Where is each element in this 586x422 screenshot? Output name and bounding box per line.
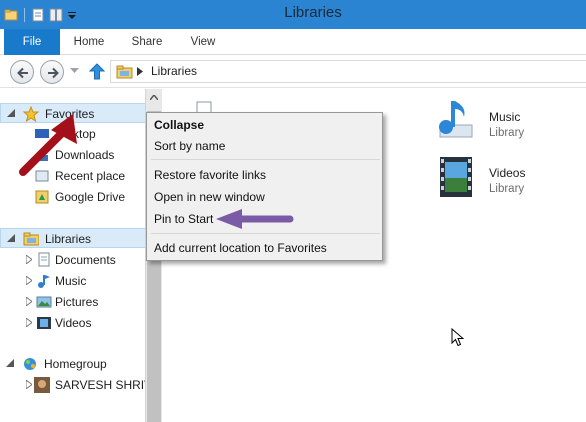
scroll-up-arrow-icon[interactable] (150, 95, 158, 100)
menu-separator (151, 159, 380, 160)
library-item-music-name: Music (489, 110, 521, 124)
back-arrow-icon (17, 67, 28, 79)
collapsed-arrow-icon[interactable] (26, 276, 32, 285)
forward-arrow-icon (48, 67, 59, 79)
menu-separator (151, 233, 380, 234)
menu-item-pin-to-start[interactable]: Pin to Start (154, 212, 213, 226)
context-menu: Collapse Sort by name Restore favorite l… (146, 112, 383, 261)
user-avatar-icon (34, 377, 50, 393)
expanded-arrow-icon[interactable] (7, 234, 16, 243)
up-arrow-icon[interactable] (89, 63, 105, 80)
title-bar: Libraries (0, 0, 586, 29)
recent-locations-dropdown-icon[interactable] (70, 68, 79, 74)
tab-share[interactable]: Share (124, 29, 170, 55)
tree-libraries-label: Libraries (45, 232, 92, 246)
pictures-icon (36, 296, 52, 308)
red-annotation-arrow-icon (19, 114, 77, 176)
breadcrumb-libraries[interactable]: Libraries (151, 64, 197, 78)
tree-homegroup-label: Homegroup (44, 357, 107, 371)
tree-item-google-drive[interactable]: Google Drive (0, 187, 146, 207)
tree-item-music-label: Music (55, 274, 87, 288)
tree-item-user[interactable]: SARVESH SHRIVA (0, 375, 146, 395)
libraries-folder-icon (116, 65, 133, 79)
address-bar[interactable]: Libraries (110, 60, 586, 83)
navigation-bar: Libraries (0, 56, 586, 88)
homegroup-icon (24, 358, 36, 370)
tree-item-music[interactable]: Music (0, 271, 146, 291)
purple-annotation-arrow-icon (216, 209, 294, 229)
expanded-arrow-icon[interactable] (6, 359, 15, 368)
back-button[interactable] (10, 60, 34, 84)
tab-file[interactable]: File (4, 29, 60, 55)
videos-library-icon (440, 157, 472, 197)
collapsed-arrow-icon[interactable] (26, 380, 32, 389)
libraries-icon (23, 232, 39, 246)
tree-homegroup[interactable]: Homegroup (0, 354, 146, 374)
menu-item-add-to-favorites[interactable]: Add current location to Favorites (154, 241, 327, 255)
library-item-videos-name: Videos (489, 166, 526, 180)
forward-button[interactable] (40, 60, 64, 84)
music-library-icon (439, 101, 473, 138)
documents-icon (38, 252, 50, 267)
ribbon-tabs: File Home Share View (0, 29, 586, 55)
videos-icon (37, 317, 51, 329)
tree-item-videos-label: Videos (55, 316, 92, 330)
collapsed-arrow-icon[interactable] (26, 255, 32, 264)
tree-item-pictures[interactable]: Pictures (0, 292, 146, 312)
google-drive-icon (35, 190, 49, 204)
tree-libraries[interactable]: Libraries (0, 228, 146, 248)
tree-item-user-label: SARVESH SHRIVA (55, 378, 146, 392)
library-item-music-kind: Library (489, 127, 525, 139)
window-title: Libraries (284, 4, 342, 21)
mouse-cursor-icon (451, 328, 464, 347)
menu-item-restore-favorite-links[interactable]: Restore favorite links (154, 168, 266, 182)
breadcrumb-chevron-icon[interactable] (137, 67, 143, 76)
music-icon (38, 275, 50, 288)
tree-item-pictures-label: Pictures (55, 295, 99, 309)
collapsed-arrow-icon[interactable] (26, 297, 32, 306)
tree-item-documents-label: Documents (55, 253, 116, 267)
tab-home[interactable]: Home (66, 29, 112, 55)
tree-item-google-drive-label: Google Drive (55, 190, 126, 204)
menu-item-collapse[interactable]: Collapse (154, 118, 204, 132)
menu-item-open-in-new-window[interactable]: Open in new window (154, 190, 265, 204)
menu-item-sort-by-name[interactable]: Sort by name (154, 139, 225, 153)
tree-item-videos[interactable]: Videos (0, 313, 146, 333)
tab-view[interactable]: View (180, 29, 226, 55)
collapsed-arrow-icon[interactable] (26, 318, 32, 327)
tree-item-documents[interactable]: Documents (0, 250, 146, 270)
library-item-videos-kind: Library (489, 183, 525, 195)
